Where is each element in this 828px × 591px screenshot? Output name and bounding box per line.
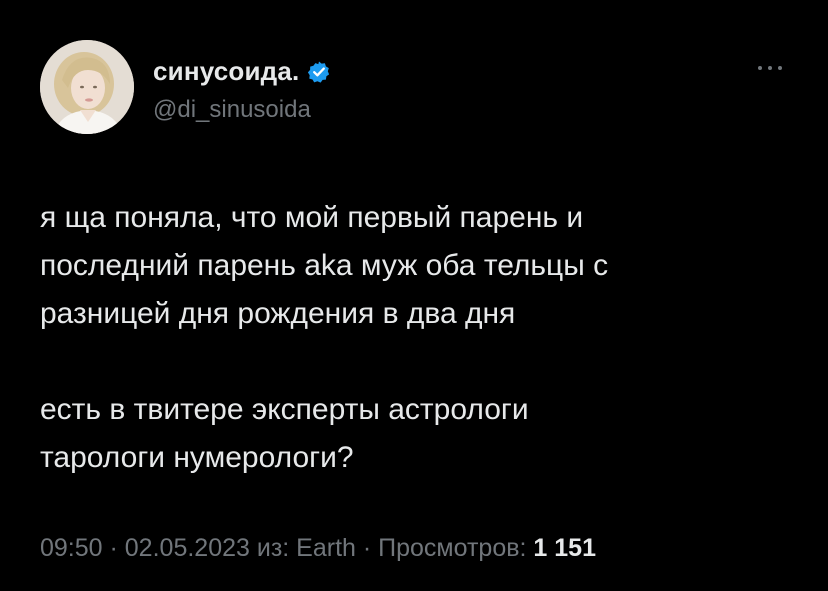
tweet-paragraph: есть в твитере эксперты астрологи тароло… xyxy=(40,386,800,482)
tweet-source: из: Earth xyxy=(249,534,356,562)
tweet-meta: 09:50 · 02.05.2023 из: Earth · Просмотро… xyxy=(40,534,596,563)
author-name-row: синусоида. xyxy=(153,56,331,87)
tweet-line: разницей дня рождения в два дня xyxy=(40,297,516,330)
tweet-text: я ща поняла, что мой первый парень и пос… xyxy=(40,194,800,482)
tweet-time[interactable]: 09:50 xyxy=(40,534,103,562)
views-label: Просмотров: xyxy=(378,534,534,562)
meta-separator: · xyxy=(102,534,125,562)
avatar[interactable] xyxy=(40,40,134,134)
meta-separator: · xyxy=(355,534,379,562)
author-handle[interactable]: @di_sinusoida xyxy=(153,96,311,124)
verified-badge-icon xyxy=(307,60,331,84)
more-horizontal-icon xyxy=(758,66,782,70)
tweet-paragraph: я ща поняла, что мой первый парень и пос… xyxy=(40,194,800,338)
tweet-line: последний парень aka муж оба тельцы с xyxy=(40,249,609,282)
tweet: синусоида. @di_sinusoida я ща поняла, чт… xyxy=(0,0,828,591)
avatar-image xyxy=(40,40,134,134)
tweet-line: тарологи нумерологи? xyxy=(40,441,354,474)
tweet-line: я ща поняла, что мой первый парень и xyxy=(40,201,584,234)
display-name[interactable]: синусоида. xyxy=(153,56,299,87)
more-options-button[interactable] xyxy=(752,58,788,78)
tweet-line: есть в твитере эксперты астрологи xyxy=(40,393,529,426)
views-count: 1 151 xyxy=(533,534,596,562)
tweet-date[interactable]: 02.05.2023 xyxy=(125,534,250,562)
